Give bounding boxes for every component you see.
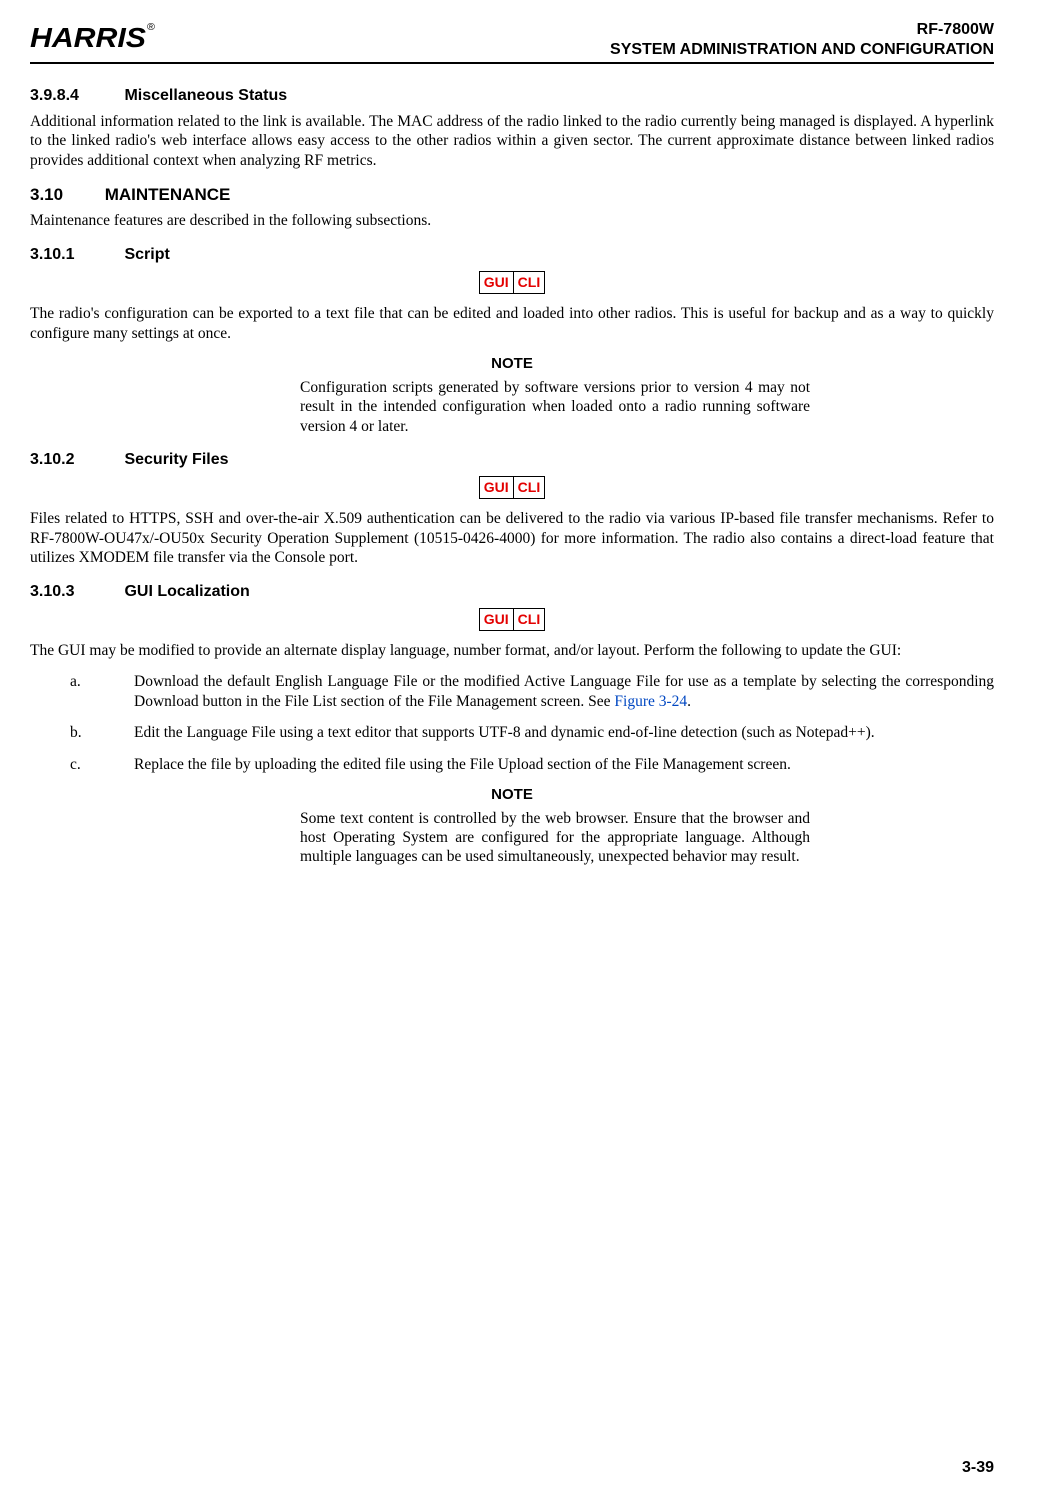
heading-3-9-8-4: 3.9.8.4 Miscellaneous Status [30,86,994,106]
body-3-10-1: The radio's configuration can be exporte… [30,304,994,343]
body-3-9-8-4: Additional information related to the li… [30,112,994,170]
heading-num: 3.9.8.4 [30,86,120,106]
heading-title: MAINTENANCE [105,185,231,204]
step-content: Download the default English Language Fi… [134,672,994,711]
cli-label: CLI [513,476,545,499]
figure-link[interactable]: Figure 3-24 [614,693,687,710]
gui-cli-badge: GUI CLI [30,476,994,500]
step-content: Edit the Language File using a text edit… [134,723,994,742]
step-a-pre: Download the default English Language Fi… [134,673,994,709]
step-marker: a. [30,672,134,711]
step-c: c. Replace the file by uploading the edi… [30,755,994,774]
body-3-10-2: Files related to HTTPS, SSH and over-the… [30,509,994,567]
heading-3-10-3: 3.10.3 GUI Localization [30,582,994,602]
header-right: RF-7800W SYSTEM ADMINISTRATION AND CONFI… [610,20,994,60]
body-3-10: Maintenance features are described in th… [30,211,994,230]
heading-title: GUI Localization [124,583,249,600]
step-a-post: . [687,693,691,710]
note-heading: NOTE [30,786,994,805]
heading-3-10-2: 3.10.2 Security Files [30,450,994,470]
note-heading: NOTE [30,355,994,374]
body-3-10-3: The GUI may be modified to provide an al… [30,641,994,660]
step-marker: c. [30,755,134,774]
page-number: 3-39 [962,1458,994,1478]
step-b: b. Edit the Language File using a text e… [30,723,994,742]
step-marker: b. [30,723,134,742]
steps-list: a. Download the default English Language… [30,672,994,774]
cli-label: CLI [513,271,545,294]
gui-cli-badge: GUI CLI [30,608,994,632]
heading-num: 3.10.3 [30,582,120,602]
step-a: a. Download the default English Language… [30,672,994,711]
heading-num: 3.10 [30,184,100,205]
gui-label: GUI [479,608,513,631]
page-header: HARRIS® RF-7800W SYSTEM ADMINISTRATION A… [30,20,994,64]
gui-label: GUI [479,271,513,294]
note-body: Configuration scripts generated by softw… [300,378,810,436]
heading-num: 3.10.2 [30,450,120,470]
header-model: RF-7800W [610,20,994,40]
gui-label: GUI [479,476,513,499]
step-content: Replace the file by uploading the edited… [134,755,994,774]
heading-title: Security Files [124,451,228,468]
cli-label: CLI [513,608,545,631]
gui-cli-badge: GUI CLI [30,271,994,295]
heading-num: 3.10.1 [30,245,120,265]
registered-mark: ® [147,22,155,33]
heading-title: Miscellaneous Status [124,87,287,104]
note-body: Some text content is controlled by the w… [300,809,810,867]
logo-text: HARRIS [30,22,146,53]
header-title: SYSTEM ADMINISTRATION AND CONFIGURATION [610,40,994,60]
heading-3-10-1: 3.10.1 Script [30,245,994,265]
heading-title: Script [124,246,169,263]
harris-logo: HARRIS® [30,20,154,55]
heading-3-10: 3.10 MAINTENANCE [30,184,994,205]
